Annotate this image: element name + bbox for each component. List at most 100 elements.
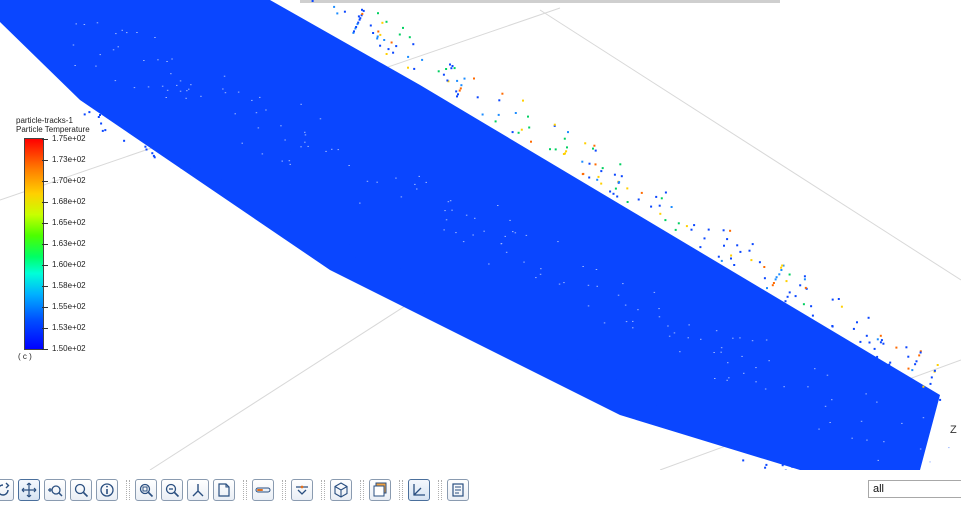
particle-dot	[908, 379, 910, 382]
particle-dot	[514, 232, 517, 234]
particle-dot	[659, 212, 662, 215]
particle-dot	[614, 187, 617, 190]
particle-dot	[930, 376, 933, 379]
particle-dot	[355, 257, 358, 260]
particle-dot	[696, 427, 699, 429]
notes-button[interactable]	[447, 479, 469, 501]
particle-dot	[658, 204, 661, 207]
rotate-button[interactable]	[0, 479, 14, 501]
particle-dot	[498, 99, 501, 102]
particle-dot	[500, 243, 503, 244]
particle-dot	[720, 259, 723, 262]
particle-dot	[565, 150, 568, 153]
particle-dot	[325, 150, 327, 152]
particle-dot	[755, 367, 757, 369]
toolbar-separator	[321, 480, 325, 500]
zoom-out-button[interactable]	[161, 479, 183, 501]
particle-dot	[380, 265, 383, 268]
particle-dot	[553, 123, 556, 126]
page-view-button[interactable]	[213, 479, 235, 501]
particle-dot	[241, 142, 243, 144]
particle-dot	[389, 260, 392, 263]
particle-dot	[400, 196, 403, 198]
particle-dot	[596, 178, 599, 181]
particle-dot	[865, 393, 867, 395]
particle-dot	[802, 303, 805, 306]
particle-dot	[181, 157, 183, 160]
particle-dot	[453, 67, 456, 70]
particle-dot	[395, 177, 397, 179]
particle-dot	[888, 363, 891, 366]
particle-dot	[703, 237, 706, 240]
particle-dot	[810, 305, 813, 308]
particle-dot	[717, 255, 720, 258]
particle-dot	[620, 175, 623, 178]
particle-dot	[166, 89, 169, 91]
particle-dot	[459, 87, 462, 90]
particle-dot	[398, 33, 401, 36]
layout-button[interactable]	[369, 479, 391, 501]
particle-dot	[186, 90, 188, 92]
particle-dot	[144, 145, 147, 148]
particle-dot	[261, 205, 264, 208]
particle-dot	[330, 229, 333, 232]
cube-view-button[interactable]	[330, 479, 352, 501]
particle-dot	[915, 360, 918, 363]
particle-dot	[755, 381, 757, 383]
particle-dot	[581, 358, 584, 361]
particle-dot	[543, 356, 546, 359]
zoom-in-out-button[interactable]	[44, 479, 66, 501]
views-button[interactable]	[291, 479, 313, 501]
axis-triad-button[interactable]	[408, 479, 430, 501]
particle-dot	[431, 289, 434, 292]
particle-dot	[488, 263, 490, 265]
probe-button[interactable]	[96, 479, 118, 501]
particle-dot	[594, 149, 597, 152]
particle-dot	[190, 166, 193, 169]
fit-to-window-button[interactable]	[135, 479, 157, 501]
filter-input[interactable]	[868, 480, 961, 498]
particle-dot	[751, 340, 754, 342]
pan-button[interactable]	[18, 479, 40, 501]
particle-dot	[876, 338, 879, 341]
particle-dot	[466, 309, 469, 312]
particle-dot	[597, 175, 600, 178]
particle-dot	[300, 146, 302, 148]
particle-dot	[831, 298, 834, 301]
particle-dot	[677, 222, 680, 225]
particle-dot	[691, 415, 694, 417]
particle-dot	[879, 334, 882, 337]
particle-dot	[465, 214, 468, 216]
particle-dot	[337, 149, 339, 151]
clipping-button[interactable]	[252, 479, 274, 501]
zoom-out-icon	[165, 483, 180, 498]
particle-dot	[768, 360, 770, 362]
particle-dot	[539, 273, 542, 275]
particle-dot	[859, 340, 862, 343]
particle-dot	[451, 65, 454, 67]
particle-dot	[750, 259, 753, 262]
axes-orientation-button[interactable]	[187, 479, 209, 501]
particle-dot	[377, 30, 380, 33]
legend-tick-label: 1.50e+02	[52, 344, 86, 353]
particle-dot	[289, 163, 291, 165]
particle-dot	[153, 156, 156, 159]
particle-dot	[483, 230, 485, 232]
particle-dot	[577, 357, 580, 360]
particle-dot	[922, 417, 925, 419]
particle-dot	[381, 21, 384, 24]
particle-dot	[693, 224, 696, 227]
graphics-viewport[interactable]	[0, 0, 961, 470]
legend-tick-label: 1.65e+02	[52, 218, 86, 227]
zoom-to-area-button[interactable]	[70, 479, 92, 501]
particle-dot	[929, 382, 932, 385]
particle-dot	[723, 244, 725, 247]
particle-dot	[237, 91, 240, 93]
particle-dot	[362, 9, 365, 12]
particle-dot	[625, 321, 628, 323]
particle-dot	[919, 448, 922, 450]
particle-dot	[919, 351, 922, 354]
particle-dot	[889, 361, 892, 364]
particle-dot	[739, 250, 742, 253]
particle-dot	[133, 87, 136, 89]
